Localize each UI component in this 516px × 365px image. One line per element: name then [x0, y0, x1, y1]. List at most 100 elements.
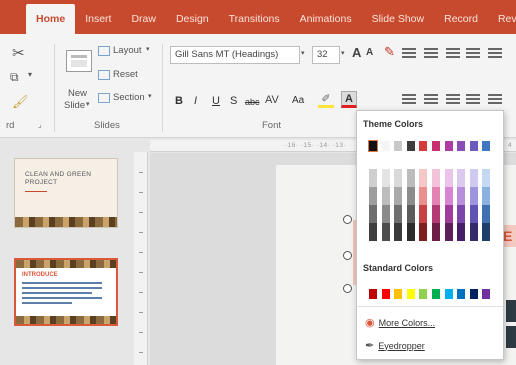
color-swatch[interactable]: [406, 187, 415, 205]
tab-animations[interactable]: Animations: [290, 13, 362, 34]
color-swatch[interactable]: [406, 141, 415, 151]
columns-icon[interactable]: [488, 94, 502, 104]
color-swatch[interactable]: [381, 289, 390, 299]
color-swatch[interactable]: [406, 169, 415, 187]
color-swatch[interactable]: [394, 187, 403, 205]
color-swatch[interactable]: [457, 223, 466, 241]
chevron-down-icon[interactable]: ▾: [146, 45, 150, 53]
tab-record[interactable]: Record: [434, 13, 488, 34]
color-swatch[interactable]: [457, 205, 466, 223]
chevron-down-icon[interactable]: ▾: [28, 70, 32, 79]
color-swatch[interactable]: [482, 187, 491, 205]
color-swatch[interactable]: [457, 289, 466, 299]
tab-draw[interactable]: Draw: [121, 13, 166, 34]
color-swatch[interactable]: [381, 169, 390, 187]
color-swatch[interactable]: [482, 205, 491, 223]
color-swatch[interactable]: [419, 223, 428, 241]
color-swatch[interactable]: [369, 223, 377, 241]
color-swatch[interactable]: [369, 289, 377, 299]
cut-icon[interactable]: ✂: [12, 44, 25, 62]
resize-handle[interactable]: [343, 284, 352, 293]
color-swatch[interactable]: [457, 141, 466, 151]
chevron-down-icon[interactable]: ▾: [341, 49, 345, 57]
font-name-box[interactable]: Gill Sans MT (Headings): [170, 46, 300, 64]
tab-slide-show[interactable]: Slide Show: [362, 13, 435, 34]
tab-review[interactable]: Review: [488, 13, 516, 34]
change-case-button[interactable]: Aa: [292, 95, 304, 106]
color-swatch[interactable]: [444, 187, 453, 205]
align-right-icon[interactable]: [446, 94, 460, 104]
tab-design[interactable]: Design: [166, 13, 219, 34]
numbering-icon[interactable]: [424, 48, 438, 58]
color-swatch[interactable]: [381, 223, 390, 241]
color-swatch[interactable]: [369, 205, 377, 223]
vertical-ruler[interactable]: [134, 152, 148, 365]
eyedropper-item[interactable]: ✒ Eyedropper: [365, 339, 425, 352]
new-slide-label-2[interactable]: Slide: [64, 100, 85, 111]
color-swatch[interactable]: [444, 141, 453, 151]
color-swatch[interactable]: [419, 187, 428, 205]
color-swatch[interactable]: [444, 169, 453, 187]
color-swatch[interactable]: [369, 169, 377, 187]
color-swatch[interactable]: [482, 289, 491, 299]
underline-button[interactable]: U: [212, 95, 220, 107]
new-slide-label[interactable]: New: [68, 88, 87, 99]
format-painter-icon[interactable]: 🖌: [12, 94, 29, 110]
slide-thumbnail-2[interactable]: INTRODUCE: [14, 258, 118, 326]
tab-insert[interactable]: Insert: [75, 13, 121, 34]
reset-button[interactable]: Reset: [113, 69, 138, 80]
color-swatch[interactable]: [432, 223, 440, 241]
color-swatch[interactable]: [419, 141, 428, 151]
color-swatch[interactable]: [432, 169, 440, 187]
color-swatch[interactable]: [394, 141, 403, 151]
color-swatch[interactable]: [469, 205, 478, 223]
color-swatch[interactable]: [469, 187, 478, 205]
color-swatch[interactable]: [457, 169, 466, 187]
color-swatch[interactable]: [482, 223, 491, 241]
line-spacing-icon[interactable]: [488, 48, 502, 58]
color-swatch[interactable]: [381, 141, 390, 151]
clear-formatting-icon[interactable]: ✎: [384, 44, 395, 60]
italic-button[interactable]: I: [194, 95, 197, 107]
color-swatch[interactable]: [469, 223, 478, 241]
strikethrough-button[interactable]: abc: [245, 97, 260, 107]
tab-transitions[interactable]: Transitions: [219, 13, 290, 34]
resize-handle[interactable]: [343, 251, 352, 260]
new-slide-icon[interactable]: [66, 50, 92, 72]
color-swatch[interactable]: [432, 141, 440, 151]
color-swatch[interactable]: [381, 205, 390, 223]
copy-icon[interactable]: ⧉: [10, 70, 19, 85]
align-center-icon[interactable]: [424, 94, 438, 104]
color-swatch[interactable]: [457, 187, 466, 205]
color-swatch[interactable]: [381, 187, 390, 205]
layout-icon[interactable]: [98, 46, 110, 56]
color-swatch[interactable]: [368, 140, 378, 152]
color-swatch[interactable]: [482, 169, 491, 187]
color-swatch[interactable]: [469, 169, 478, 187]
color-swatch[interactable]: [482, 141, 491, 151]
bullets-icon[interactable]: [402, 48, 416, 58]
color-swatch[interactable]: [394, 169, 403, 187]
chevron-down-icon[interactable]: ▾: [301, 49, 305, 57]
character-spacing-icon[interactable]: AV: [265, 94, 279, 106]
grow-font-button[interactable]: A: [352, 45, 361, 60]
color-swatch[interactable]: [432, 187, 440, 205]
color-swatch[interactable]: [469, 289, 478, 299]
decrease-indent-icon[interactable]: [446, 48, 460, 58]
align-left-icon[interactable]: [402, 94, 416, 104]
layout-button[interactable]: Layout: [113, 45, 142, 56]
more-colors-item[interactable]: ◉ More Colors...: [365, 316, 435, 329]
section-button[interactable]: Section: [113, 92, 145, 103]
color-swatch[interactable]: [369, 187, 377, 205]
shadow-button[interactable]: S: [230, 95, 237, 107]
font-color-icon[interactable]: A: [341, 91, 357, 108]
color-swatch[interactable]: [406, 205, 415, 223]
color-swatch[interactable]: [469, 141, 478, 151]
shrink-font-button[interactable]: A: [366, 47, 373, 58]
color-swatch[interactable]: [444, 289, 453, 299]
font-size-box[interactable]: 32: [312, 46, 340, 64]
increase-indent-icon[interactable]: [466, 48, 480, 58]
resize-handle[interactable]: [343, 215, 352, 224]
color-swatch[interactable]: [419, 205, 428, 223]
dialog-launcher-icon[interactable]: ⌟: [38, 120, 42, 129]
